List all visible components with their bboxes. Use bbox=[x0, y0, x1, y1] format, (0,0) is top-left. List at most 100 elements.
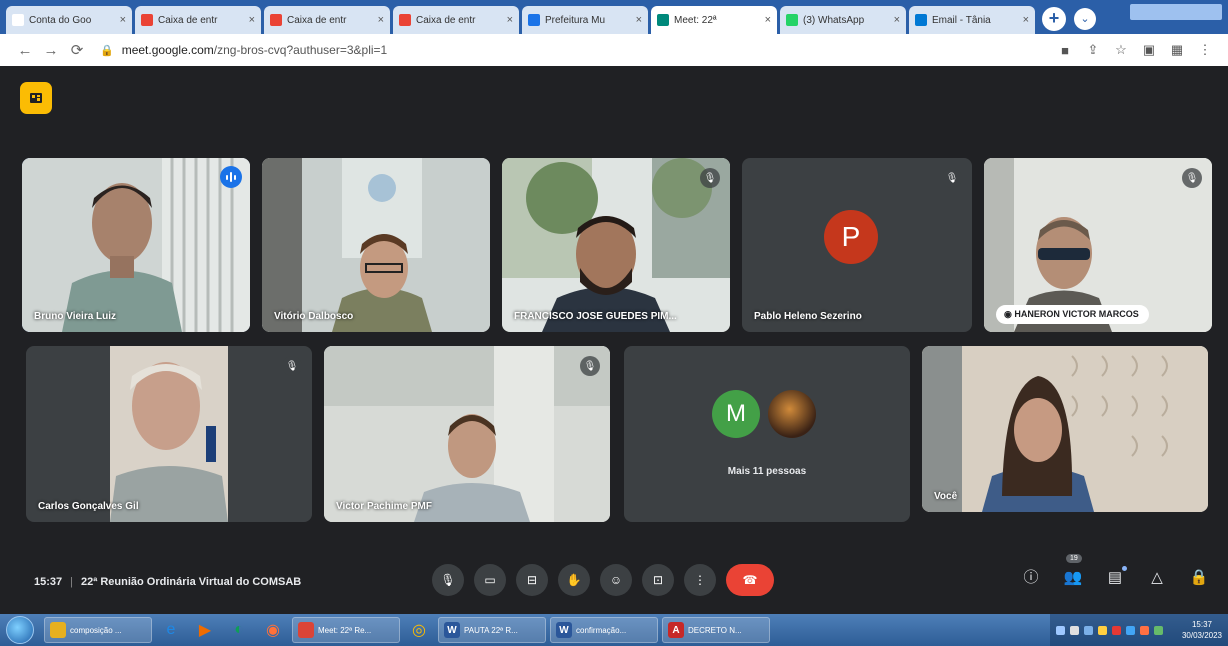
tray-icon[interactable] bbox=[1098, 625, 1107, 635]
chrome-icon[interactable]: ◎ bbox=[404, 617, 434, 643]
host-controls-button[interactable]: 🔒 bbox=[1188, 568, 1210, 586]
chat-icon: ▤ bbox=[1107, 568, 1123, 586]
participant-tile[interactable]: 🎙 ◉ HANERON VICTOR MARCOS bbox=[984, 158, 1212, 332]
edge-icon[interactable]: ◐ bbox=[224, 617, 254, 643]
chat-button[interactable]: ▤ bbox=[1104, 565, 1127, 586]
tray-icon[interactable] bbox=[1154, 625, 1163, 635]
media-player-icon[interactable]: ▶ bbox=[190, 617, 220, 643]
url-field[interactable]: 🔒 meet.google.com /zng-bros-cvq?authuser… bbox=[100, 38, 1038, 62]
system-clock[interactable]: 15:37 30/03/2023 bbox=[1182, 619, 1222, 641]
tab-search-button[interactable]: ⌄ bbox=[1074, 8, 1096, 30]
browser-tab[interactable]: Caixa de entr × bbox=[135, 6, 261, 34]
participant-tile[interactable]: Bruno Vieira Luiz bbox=[22, 158, 250, 332]
browser-tab[interactable]: Caixa de entr × bbox=[393, 6, 519, 34]
window-controls[interactable] bbox=[1130, 4, 1222, 20]
app-icon: A bbox=[668, 622, 684, 638]
meeting-details-icon[interactable] bbox=[20, 82, 52, 114]
tray-icon[interactable] bbox=[1112, 625, 1121, 635]
browser-menu-icon[interactable]: ⋮ bbox=[1194, 42, 1216, 58]
mic-button[interactable]: 🎙 bbox=[432, 564, 464, 596]
participant-name: Victor Pachime PMF bbox=[336, 501, 432, 512]
more-options-button[interactable]: ⋮ bbox=[684, 564, 716, 596]
forward-icon[interactable]: → bbox=[38, 42, 64, 59]
tray-icon[interactable] bbox=[1084, 625, 1093, 635]
taskbar-label: PAUTA 22ª R... bbox=[464, 625, 518, 635]
close-tab-icon[interactable]: × bbox=[120, 14, 126, 26]
tab-search-icon[interactable]: ▣ bbox=[1138, 42, 1160, 58]
tray-icon[interactable] bbox=[1070, 625, 1079, 635]
close-tab-icon[interactable]: × bbox=[894, 14, 900, 26]
emoji-button[interactable]: ☺ bbox=[600, 564, 632, 596]
back-icon[interactable]: ← bbox=[12, 42, 38, 59]
start-button[interactable] bbox=[6, 616, 34, 644]
firefox-icon[interactable]: ◉ bbox=[258, 617, 288, 643]
browser-tab[interactable]: Meet: 22ª × bbox=[651, 6, 777, 34]
present-button[interactable]: ⊡ bbox=[642, 564, 674, 596]
tray-icon[interactable] bbox=[1056, 625, 1065, 635]
participant-name-text: HANERON VICTOR MARCOS bbox=[1014, 309, 1139, 319]
leave-call-button[interactable]: ☎ bbox=[726, 564, 774, 596]
mic-muted-icon: 🎙 bbox=[700, 168, 720, 188]
video-feed bbox=[262, 158, 490, 332]
browser-tab[interactable]: Conta do Goo × bbox=[6, 6, 132, 34]
browser-tab[interactable]: Email - Tânia × bbox=[909, 6, 1035, 34]
taskbar-window-button[interactable]: composição ... bbox=[44, 617, 152, 643]
taskbar-window-button[interactable]: A DECRETO N... bbox=[662, 617, 770, 643]
bookmark-star-icon[interactable]: ☆ bbox=[1110, 42, 1132, 58]
taskbar-window-button[interactable]: W PAUTA 22ª R... bbox=[438, 617, 546, 643]
camera-button[interactable]: ▭ bbox=[474, 564, 506, 596]
self-view-tile[interactable]: Você bbox=[922, 346, 1208, 512]
whatsapp-icon bbox=[786, 14, 798, 26]
url-host: meet.google.com bbox=[121, 43, 214, 57]
share-icon[interactable]: ⇪ bbox=[1082, 42, 1104, 58]
address-bar: ← → ⟳ 🔒 meet.google.com /zng-bros-cvq?au… bbox=[0, 34, 1228, 66]
outlook-icon bbox=[915, 14, 927, 26]
close-tab-icon[interactable]: × bbox=[507, 14, 513, 26]
tray-icon[interactable] bbox=[1126, 625, 1135, 635]
side-panel-controls: ⓘ 19 👥 ▤ △ 🔒 bbox=[1020, 553, 1210, 587]
extensions-icon[interactable]: ▦ bbox=[1166, 42, 1188, 58]
reload-icon[interactable]: ⟳ bbox=[64, 41, 90, 59]
taskbar-window-button[interactable]: Meet: 22ª Re... bbox=[292, 617, 400, 643]
participant-name: FRANCISCO JOSE GUEDES PIM... bbox=[514, 311, 677, 322]
tab-label: Email - Tânia bbox=[932, 14, 991, 26]
participant-name: ◉ HANERON VICTOR MARCOS bbox=[996, 305, 1149, 324]
tray-icon[interactable] bbox=[1140, 625, 1149, 635]
app-icon bbox=[298, 622, 314, 638]
meeting-details-button[interactable]: ⓘ bbox=[1020, 566, 1042, 587]
separator: | bbox=[70, 576, 73, 588]
close-tab-icon[interactable]: × bbox=[636, 14, 642, 26]
lock-icon: 🔒 bbox=[100, 44, 114, 57]
participant-tile[interactable]: P 🎙 Pablo Heleno Sezerino bbox=[742, 158, 972, 332]
people-button[interactable]: 19 👥 bbox=[1062, 553, 1084, 586]
browser-tab[interactable]: Prefeitura Mu × bbox=[522, 6, 648, 34]
participant-tile[interactable]: 🎙 FRANCISCO JOSE GUEDES PIM... bbox=[502, 158, 730, 332]
close-tab-icon[interactable]: × bbox=[249, 14, 255, 26]
close-tab-icon[interactable]: × bbox=[765, 14, 771, 26]
meeting-info: 15:37 | 22ª Reunião Ordinária Virtual do… bbox=[34, 576, 301, 588]
close-tab-icon[interactable]: × bbox=[1023, 14, 1029, 26]
browser-tab[interactable]: Caixa de entr × bbox=[264, 6, 390, 34]
internet-explorer-icon[interactable]: e bbox=[156, 617, 186, 643]
raise-hand-icon: ✋ bbox=[566, 573, 582, 587]
leave-call-icon: ☎ bbox=[742, 573, 758, 587]
browser-tab[interactable]: (3) WhatsApp × bbox=[780, 6, 906, 34]
gmail-icon bbox=[141, 14, 153, 26]
close-tab-icon[interactable]: × bbox=[378, 14, 384, 26]
mic-icon: 🎙 bbox=[440, 573, 456, 587]
raise-hand-button[interactable]: ✋ bbox=[558, 564, 590, 596]
participant-tile[interactable]: Vitório Dalbosco bbox=[262, 158, 490, 332]
participant-tile[interactable]: 🎙 Carlos Gonçalves Gil bbox=[26, 346, 312, 522]
app-icon bbox=[50, 622, 66, 638]
taskbar-window-button[interactable]: Wconfirmação... bbox=[550, 617, 658, 643]
more-participants-tile[interactable]: M Mais 11 pessoas bbox=[624, 346, 910, 522]
participant-tile[interactable]: 🎙 Victor Pachime PMF bbox=[324, 346, 610, 522]
clock-date: 30/03/2023 bbox=[1181, 631, 1222, 640]
video-feed bbox=[22, 158, 250, 332]
captions-button[interactable]: ⊟ bbox=[516, 564, 548, 596]
camera-in-use-icon[interactable]: ■ bbox=[1054, 43, 1076, 58]
new-tab-button[interactable]: + bbox=[1042, 7, 1066, 31]
camera-icon: ▭ bbox=[484, 573, 496, 587]
captions-icon: ⊟ bbox=[526, 573, 538, 587]
activities-button[interactable]: △ bbox=[1146, 568, 1168, 586]
